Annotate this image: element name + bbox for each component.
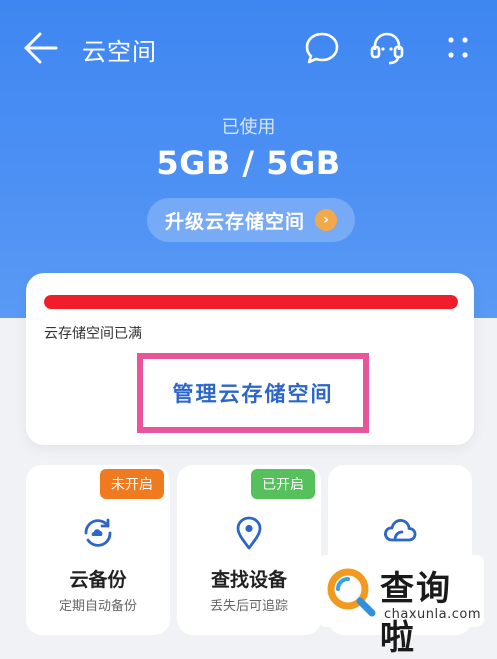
- used-label: 已使用: [221, 117, 276, 138]
- status-badge: 已开启: [251, 469, 315, 499]
- headset-icon: [370, 32, 404, 65]
- upgrade-label: 升级云存储空间: [164, 210, 305, 233]
- customer-service-button[interactable]: [367, 28, 407, 68]
- chat-bubble-icon: [305, 32, 339, 64]
- manage-storage-label: 管理云存储空间: [172, 382, 334, 406]
- storage-progress-bar: [44, 295, 458, 309]
- top-bar: 云空间: [0, 0, 497, 95]
- watermark-url: chaxunla.com: [384, 607, 481, 622]
- cloud-sync-icon: [84, 518, 112, 547]
- used-value: 5GB / 5GB: [156, 144, 341, 182]
- dots-grid-icon: [448, 37, 468, 58]
- status-badge: 未开启: [100, 469, 164, 499]
- tile-subtitle: 丢失后可追踪: [209, 599, 288, 614]
- chevron-right-icon: ›: [315, 209, 337, 231]
- manage-storage-button[interactable]: 管理云存储空间: [137, 353, 369, 433]
- tile-find-device[interactable]: 已开启 查找设备 丢失后可追踪: [177, 465, 321, 635]
- storage-card: 云存储空间已满 管理云存储空间: [26, 273, 474, 445]
- arrow-left-icon: [24, 32, 58, 64]
- tile-cloud-backup[interactable]: 未开启 云备份 定期自动备份: [26, 465, 170, 635]
- back-button[interactable]: [22, 30, 62, 66]
- cloud-icon: [384, 519, 417, 542]
- storage-progress-fill: [44, 295, 458, 309]
- magnifier-logo-icon: [327, 568, 376, 617]
- page-title: 云空间: [82, 38, 157, 66]
- upgrade-storage-button[interactable]: 升级云存储空间 ›: [147, 198, 355, 242]
- message-button[interactable]: [302, 28, 342, 68]
- tile-subtitle: 定期自动备份: [58, 599, 137, 614]
- location-pin-icon: [236, 516, 262, 550]
- watermark-logo: 查询啦 chaxunla.com: [318, 555, 484, 658]
- tile-title: 云备份: [69, 569, 127, 591]
- more-menu-button[interactable]: [438, 28, 478, 68]
- storage-status-text: 云存储空间已满: [44, 326, 142, 342]
- tile-title: 查找设备: [210, 569, 287, 591]
